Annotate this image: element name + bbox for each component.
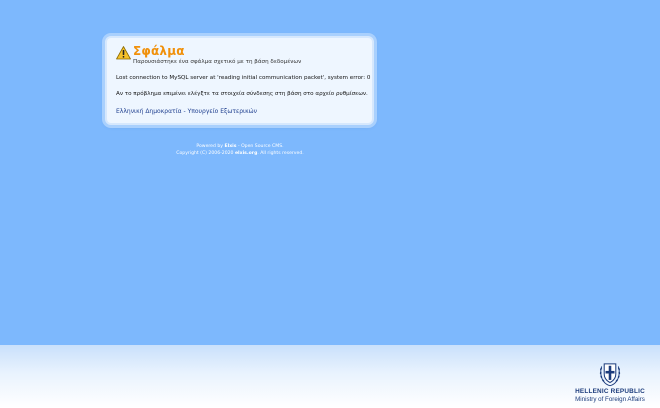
error-subtitle: Παρουσιάστηκε ένα σφάλμα σχετικό με τη β… [133,59,302,65]
site-link[interactable]: elxis.org [235,151,257,156]
warning-icon [116,46,131,60]
error-detail: Lost connection to MySQL server at 'read… [116,75,371,81]
error-title: Σφάλμα [133,44,185,58]
error-hint: Αν το πρόβλημα επιμένει ελέγξτε τα στοιχ… [116,91,368,97]
ministry-line2: Ministry of Foreign Affairs [575,396,645,403]
greek-coat-of-arms-icon [599,363,621,387]
copyright-line: Copyright (C) 2006-2020 elxis.org. All r… [105,150,375,157]
error-panel: Σφάλμα Παρουσιάστηκε ένα σφάλμα σχετικό … [105,36,374,125]
copyright-prefix: Copyright (C) 2006-2020 [176,151,234,156]
powered-prefix: Powered by [196,144,224,149]
copyright-suffix: . All rights reserved. [257,151,304,156]
ministry-logo[interactable]: HELLENIC REPUBLIC Ministry of Foreign Af… [560,360,660,403]
powered-suffix: - Open Source CMS. [237,144,284,149]
product-link[interactable]: Elxis [224,144,236,149]
credits: Powered by Elxis - Open Source CMS. Copy… [105,143,375,157]
organization-link[interactable]: Ελληνική Δημοκρατία - Υπουργείο Εξωτερικ… [116,108,257,115]
powered-by-line: Powered by Elxis - Open Source CMS. [105,143,375,150]
ministry-line1: HELLENIC REPUBLIC [575,388,645,395]
